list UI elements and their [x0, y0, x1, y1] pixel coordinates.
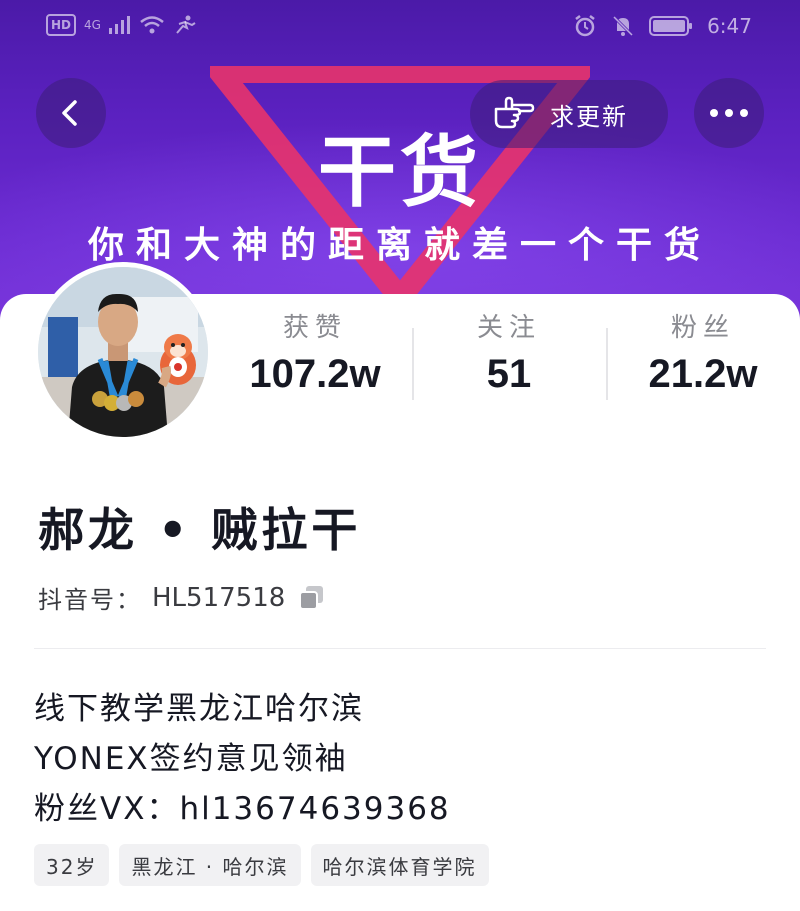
pointing-hand-icon: [494, 96, 535, 129]
tag-school[interactable]: 哈尔滨体育学院: [310, 844, 489, 886]
status-bar-left: HD 4G: [46, 14, 197, 36]
stat-likes[interactable]: 获赞 107.2w: [220, 310, 410, 402]
bio-line: YONEX签约意见领袖: [34, 741, 348, 777]
banner-subtitle: 你和大神的距离就差一个干货: [87, 225, 712, 266]
profile-nickname: 郝龙 • 贼拉干: [38, 503, 362, 557]
stat-followers-label: 粉丝: [670, 313, 735, 343]
request-update-label: 求更新: [550, 102, 628, 131]
signal-icon: [108, 16, 130, 34]
stat-followers[interactable]: 粉丝 21.2w: [608, 310, 798, 402]
back-button[interactable]: [36, 78, 106, 148]
more-dots-icon: [710, 109, 748, 117]
stat-likes-label: 获赞: [282, 313, 347, 343]
status-bar: HD 4G 6:47: [0, 0, 800, 56]
hd-badge: HD: [46, 14, 77, 36]
douyin-id-label: 抖音号：: [38, 586, 142, 614]
banner-title: 干货: [317, 128, 482, 218]
profile-stats: 获赞 107.2w 关注 51 粉丝 21.2w: [220, 310, 800, 400]
alarm-icon: [575, 15, 595, 37]
network-type: 4G: [84, 18, 101, 32]
stat-followers-value: 21.2w: [648, 352, 758, 396]
douyin-id-row[interactable]: 抖音号： HL517518: [38, 580, 325, 615]
tag-location[interactable]: 黑龙江 · 哈尔滨: [119, 844, 301, 886]
tag-age: 32岁: [34, 844, 110, 886]
stat-likes-value: 107.2w: [249, 352, 381, 396]
stat-following[interactable]: 关注 51: [414, 310, 604, 402]
stat-following-value: 51: [486, 352, 532, 396]
avatar[interactable]: [33, 262, 213, 442]
profile-bio: 线下教学黑龙江哈尔滨 YONEX签约意见领袖 粉丝VX：hl1367463936…: [34, 684, 451, 834]
battery-icon: [649, 16, 693, 36]
section-divider: [34, 648, 766, 649]
running-figure-icon: [176, 15, 196, 34]
douyin-id-value: HL517518: [152, 582, 286, 613]
status-bar-right: 6:47: [573, 14, 752, 38]
more-button[interactable]: [694, 78, 764, 148]
chevron-left-icon: [62, 100, 77, 126]
bio-line: 粉丝VX：hl13674639368: [34, 791, 451, 827]
request-update-button[interactable]: 求更新: [470, 80, 668, 148]
avatar-photo: [38, 267, 208, 437]
stat-following-label: 关注: [476, 313, 541, 343]
copy-icon[interactable]: [299, 585, 325, 611]
wifi-icon: [140, 16, 164, 34]
profile-tags: 32岁 黑龙江 · 哈尔滨 哈尔滨体育学院: [34, 844, 489, 886]
status-time: 6:47: [707, 14, 752, 38]
bio-line: 线下教学黑龙江哈尔滨: [34, 691, 364, 727]
mute-bell-icon: [613, 15, 634, 37]
